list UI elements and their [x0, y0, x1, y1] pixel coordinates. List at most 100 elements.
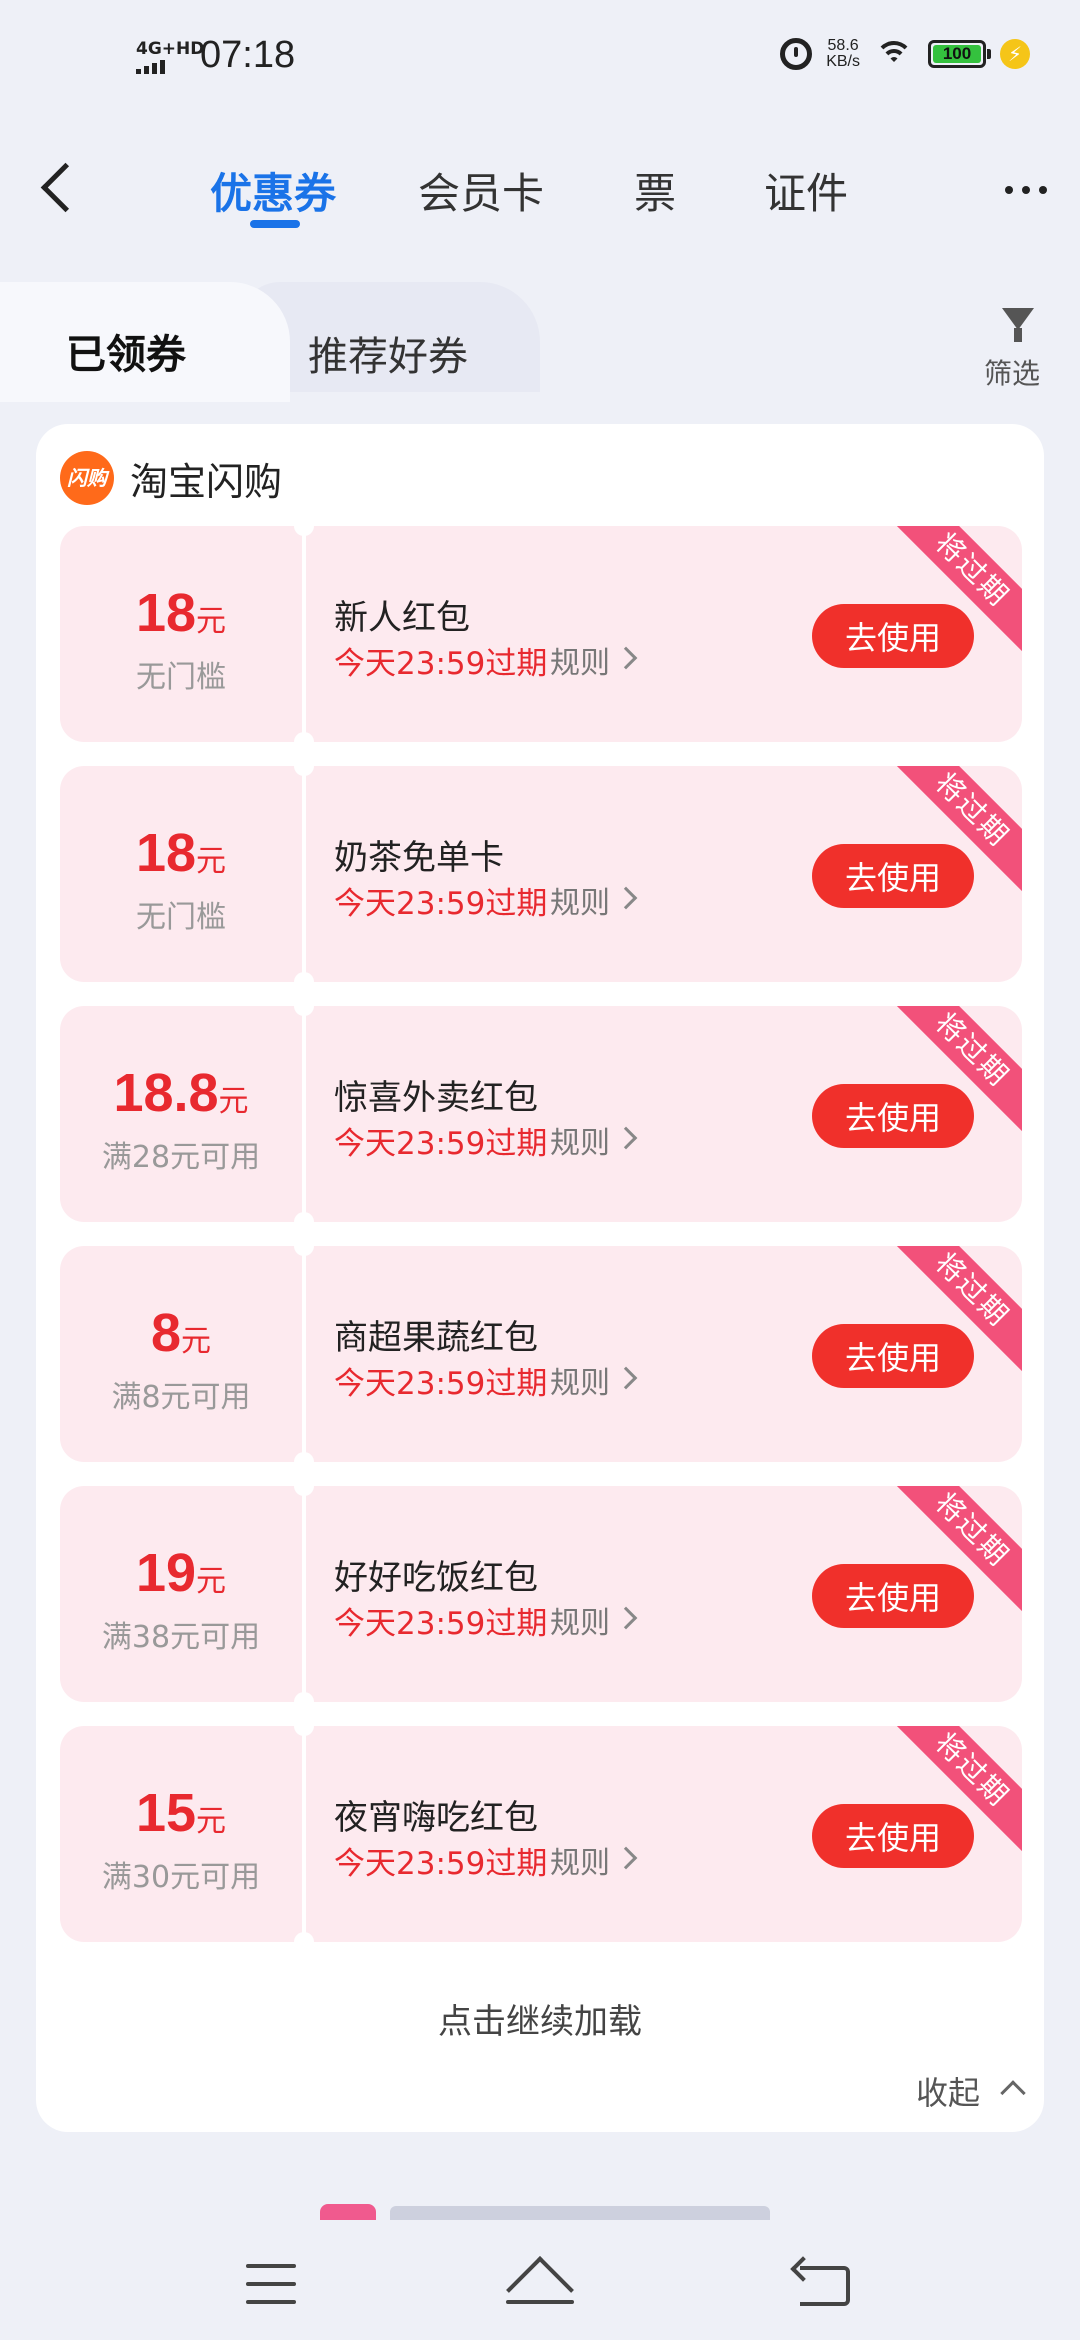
load-more-button[interactable]: 点击继续加载: [36, 1994, 1044, 2043]
coupon-card[interactable]: 15元 满30元可用 夜宵嗨吃红包 今天23:59过期 规则 去使用 将过期: [60, 1724, 1022, 1944]
coupon-expiry: 今天23:59过期: [334, 1366, 548, 1402]
sub-tab-claimed-label[interactable]: 已领券: [66, 322, 186, 380]
coupon-condition: 满30元可用: [101, 1860, 261, 1895]
rule-link[interactable]: 规则: [550, 1118, 610, 1162]
home-icon[interactable]: [506, 2260, 574, 2308]
coupon-card[interactable]: 8元 满8元可用 商超果蔬红包 今天23:59过期 规则 去使用 将过期: [60, 1244, 1022, 1464]
system-nav-bar: [0, 2220, 1080, 2340]
coupon-card[interactable]: 18.8元 满28元可用 惊喜外卖红包 今天23:59过期 规则 去使用 将过期: [60, 1004, 1022, 1224]
sub-tab-recommended-label[interactable]: 推荐好券: [308, 324, 468, 382]
system-back-icon[interactable]: [800, 2266, 850, 2306]
coupon-amount-panel: 15元 满30元可用: [60, 1726, 302, 1942]
coupon-amount-panel: 18元 无门槛: [60, 526, 302, 742]
coupon-expiry: 今天23:59过期: [334, 886, 548, 922]
coupon-amount-value: 18: [135, 583, 197, 643]
coupon-condition: 满28元可用: [101, 1140, 261, 1175]
sub-tabs: 已领券 推荐好券 筛选: [0, 282, 1080, 402]
chevron-right-icon[interactable]: [614, 646, 638, 670]
top-nav: 优惠券 会员卡 票 证件: [0, 140, 1080, 250]
coupon-title: 商超果蔬红包: [334, 1318, 538, 1358]
filter-label: 筛选: [984, 357, 1041, 390]
coupon-amount-unit: 元: [181, 1325, 212, 1358]
coupon-info-panel: 好好吃饭红包 今天23:59过期 规则 去使用 将过期: [306, 1486, 1022, 1702]
coupon-amount-panel: 19元 满38元可用: [60, 1486, 302, 1702]
network-type: 4G+HD: [136, 39, 205, 59]
network-speed: 58.6 KB/s: [826, 38, 860, 70]
coupon-amount-value: 15: [135, 1783, 197, 1843]
shop-logo: 闪购: [60, 451, 114, 505]
coupon-card[interactable]: 18元 无门槛 新人红包 今天23:59过期 规则 去使用 将过期: [60, 524, 1022, 744]
signal-icon: [136, 60, 204, 74]
status-bar: 4G+HD 07:18 58.6 KB/s 100 ⚡: [0, 0, 1080, 120]
coupon-amount-value: 18.8: [113, 1063, 219, 1123]
coupon-condition: 无门槛: [136, 900, 226, 935]
collapse-button[interactable]: 收起: [916, 2068, 980, 2114]
back-button[interactable]: [34, 158, 84, 218]
coupon-list-card: 闪购 淘宝闪购 18元 无门槛 新人红包 今天23:59过期 规则 去使用 将过…: [36, 424, 1044, 2132]
coupon-amount-value: 18: [135, 823, 197, 883]
chevron-up-icon[interactable]: [1000, 2080, 1026, 2106]
speed-value: 58.6: [827, 37, 859, 54]
network-indicator: 4G+HD: [136, 40, 204, 74]
coupon-card[interactable]: 18元 无门槛 奶茶免单卡 今天23:59过期 规则 去使用 将过期: [60, 764, 1022, 984]
wifi-icon: [874, 39, 914, 69]
coupon-amount: 18元: [60, 582, 302, 644]
chevron-right-icon[interactable]: [614, 886, 638, 910]
section-tag: [320, 2204, 376, 2220]
chevron-right-icon[interactable]: [614, 1366, 638, 1390]
coupon-title: 新人红包: [334, 598, 470, 638]
use-coupon-button[interactable]: 去使用: [812, 1084, 974, 1148]
coupon-amount-unit: 元: [196, 1565, 227, 1598]
coupon-amount-value: 19: [135, 1543, 197, 1603]
charging-icon: ⚡: [1000, 39, 1030, 69]
menu-icon[interactable]: [246, 2264, 296, 2304]
chevron-right-icon[interactable]: [614, 1846, 638, 1870]
coupon-expiry: 今天23:59过期: [334, 1126, 548, 1162]
speed-unit: KB/s: [826, 53, 860, 70]
coupon-amount: 18.8元: [60, 1062, 302, 1124]
rule-link[interactable]: 规则: [550, 1358, 610, 1402]
rule-link[interactable]: 规则: [550, 878, 610, 922]
clock: 07:18: [200, 34, 296, 76]
filter-button[interactable]: 筛选: [982, 308, 1052, 390]
use-coupon-button[interactable]: 去使用: [812, 1564, 974, 1628]
coupon-expiry: 今天23:59过期: [334, 646, 548, 682]
tab-membership-card[interactable]: 会员卡: [418, 160, 544, 221]
alarm-icon: [780, 38, 813, 70]
section-title-peek: [390, 2206, 770, 2220]
coupon-info-panel: 新人红包 今天23:59过期 规则 去使用 将过期: [306, 526, 1022, 742]
battery-level: 100: [933, 45, 981, 63]
coupon-amount-unit: 元: [218, 1085, 249, 1118]
coupon-title: 奶茶免单卡: [334, 838, 504, 878]
more-options-button[interactable]: [1005, 180, 1055, 200]
rule-link[interactable]: 规则: [550, 1838, 610, 1882]
use-coupon-button[interactable]: 去使用: [812, 844, 974, 908]
next-section-peek: [320, 2200, 780, 2220]
battery-icon: 100: [928, 40, 991, 68]
chevron-right-icon[interactable]: [614, 1606, 638, 1630]
rule-link[interactable]: 规则: [550, 638, 610, 682]
use-coupon-button[interactable]: 去使用: [812, 604, 974, 668]
rule-link[interactable]: 规则: [550, 1598, 610, 1642]
tab-documents[interactable]: 证件: [764, 160, 848, 221]
tab-tickets[interactable]: 票: [634, 160, 676, 221]
coupon-amount-unit: 元: [196, 1805, 227, 1838]
coupon-condition: 满38元可用: [101, 1620, 261, 1655]
coupon-amount: 19元: [60, 1542, 302, 1604]
shop-name: 淘宝闪购: [130, 459, 283, 504]
coupon-condition: 无门槛: [136, 660, 226, 695]
coupon-amount: 18元: [60, 822, 302, 884]
filter-icon: [1002, 308, 1034, 342]
tab-coupons[interactable]: 优惠券: [210, 160, 336, 221]
coupon-amount-panel: 8元 满8元可用: [60, 1246, 302, 1462]
coupon-card[interactable]: 19元 满38元可用 好好吃饭红包 今天23:59过期 规则 去使用 将过期: [60, 1484, 1022, 1704]
coupon-info-panel: 惊喜外卖红包 今天23:59过期 规则 去使用 将过期: [306, 1006, 1022, 1222]
use-coupon-button[interactable]: 去使用: [812, 1804, 974, 1868]
coupon-condition: 满8元可用: [111, 1380, 251, 1415]
coupon-amount-unit: 元: [196, 605, 227, 638]
coupon-title: 夜宵嗨吃红包: [334, 1798, 538, 1838]
coupon-amount-panel: 18元 无门槛: [60, 766, 302, 982]
use-coupon-button[interactable]: 去使用: [812, 1324, 974, 1388]
shop-header: 闪购 淘宝闪购: [60, 450, 282, 506]
chevron-right-icon[interactable]: [614, 1126, 638, 1150]
